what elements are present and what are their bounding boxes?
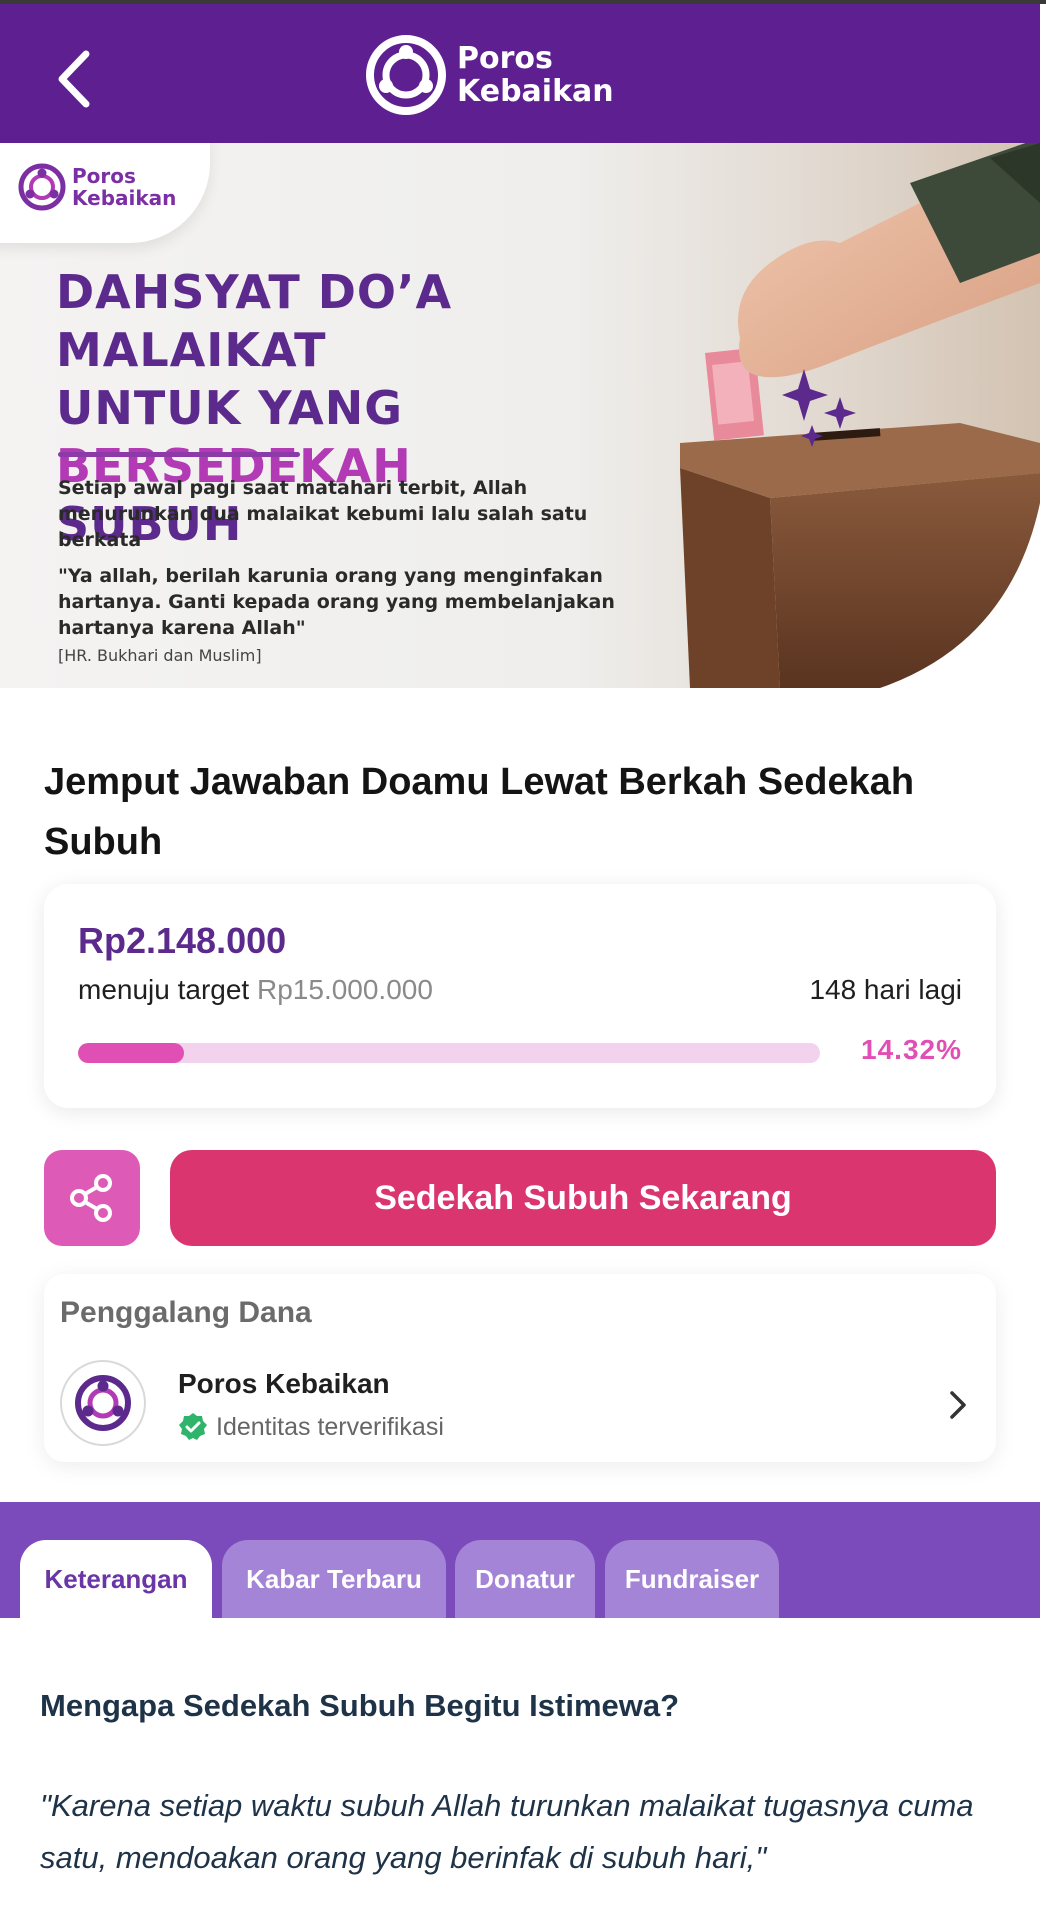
progress-bar-fill bbox=[78, 1043, 185, 1063]
poros-kebaikan-mini-logo-icon bbox=[18, 163, 66, 211]
target-prefix: menuju target bbox=[78, 974, 257, 1005]
banner-title-line-2a: UNTUK YANG bbox=[56, 381, 404, 435]
sparkle-icon bbox=[782, 369, 856, 447]
app-header: Poros Kebaikan bbox=[0, 4, 1040, 143]
verified-label: Identitas terverifikasi bbox=[216, 1412, 444, 1441]
chevron-right-icon bbox=[950, 1391, 966, 1419]
fundraiser-avatar bbox=[60, 1360, 146, 1446]
badge-line-1: Poros bbox=[72, 164, 136, 188]
progress-card: Rp2.148.000 menuju target Rp15.000.000 1… bbox=[44, 884, 996, 1108]
target-amount: Rp15.000.000 bbox=[257, 974, 433, 1005]
back-button[interactable] bbox=[48, 44, 104, 114]
fundraiser-heading: Penggalang Dana bbox=[60, 1296, 312, 1329]
brand-line-1: Poros bbox=[457, 41, 553, 76]
fundraiser-card[interactable]: Penggalang Dana Poros Kebaikan Identitas… bbox=[44, 1274, 996, 1462]
banner-title-line-1: DAHSYAT DO’A MALAIKAT bbox=[56, 265, 453, 377]
tab-keterangan[interactable]: Keterangan bbox=[20, 1540, 212, 1618]
banner-source: [HR. Bukhari dan Muslim] bbox=[58, 646, 262, 665]
tab-donatur[interactable]: Donatur bbox=[455, 1540, 595, 1618]
fundraiser-name: Poros Kebaikan bbox=[178, 1368, 390, 1399]
description-quote: "Karena setiap waktu subuh Allah turunka… bbox=[40, 1788, 974, 1875]
chevron-left-icon bbox=[58, 50, 90, 108]
tab-fundraiser[interactable]: Fundraiser bbox=[605, 1540, 779, 1618]
campaign-title: Jemput Jawaban Doamu Lewat Berkah Sedeka… bbox=[44, 761, 915, 863]
days-left: 148 hari lagi bbox=[809, 974, 962, 1005]
progress-bar bbox=[78, 1043, 820, 1063]
poros-kebaikan-logo-icon bbox=[366, 35, 446, 115]
banner-divider bbox=[58, 452, 300, 457]
brand-line-2: Kebaikan bbox=[457, 74, 614, 109]
banner-brand-badge: Poros Kebaikan bbox=[0, 143, 210, 243]
app-logo: Poros Kebaikan bbox=[365, 34, 614, 116]
verified-check-icon bbox=[179, 1413, 207, 1440]
share-icon bbox=[70, 1174, 112, 1222]
description-heading: Mengapa Sedekah Subuh Begitu Istimewa? bbox=[40, 1688, 680, 1723]
banner-quote: "Ya allah, berilah karunia orang yang me… bbox=[58, 565, 615, 639]
poros-kebaikan-avatar-icon bbox=[75, 1375, 131, 1431]
badge-line-2: Kebaikan bbox=[72, 186, 177, 210]
progress-percent: 14.32% bbox=[861, 1034, 962, 1065]
tab-kabar-terbaru[interactable]: Kabar Terbaru bbox=[222, 1540, 446, 1618]
banner-body-text: Setiap awal pagi saat matahari terbit, A… bbox=[58, 477, 588, 551]
tab-bar: Keterangan Kabar Terbaru Donatur Fundrai… bbox=[0, 1502, 1040, 1618]
verified-status: Identitas terverifikasi bbox=[178, 1412, 444, 1442]
raised-amount: Rp2.148.000 bbox=[78, 920, 287, 961]
share-button[interactable] bbox=[44, 1150, 140, 1246]
target-line: menuju target Rp15.000.000 bbox=[78, 974, 433, 1006]
campaign-banner: Poros Kebaikan DAHSYAT DO’A MALAIKAT UNT… bbox=[0, 143, 1040, 688]
donate-button[interactable]: Sedekah Subuh Sekarang bbox=[170, 1150, 996, 1246]
